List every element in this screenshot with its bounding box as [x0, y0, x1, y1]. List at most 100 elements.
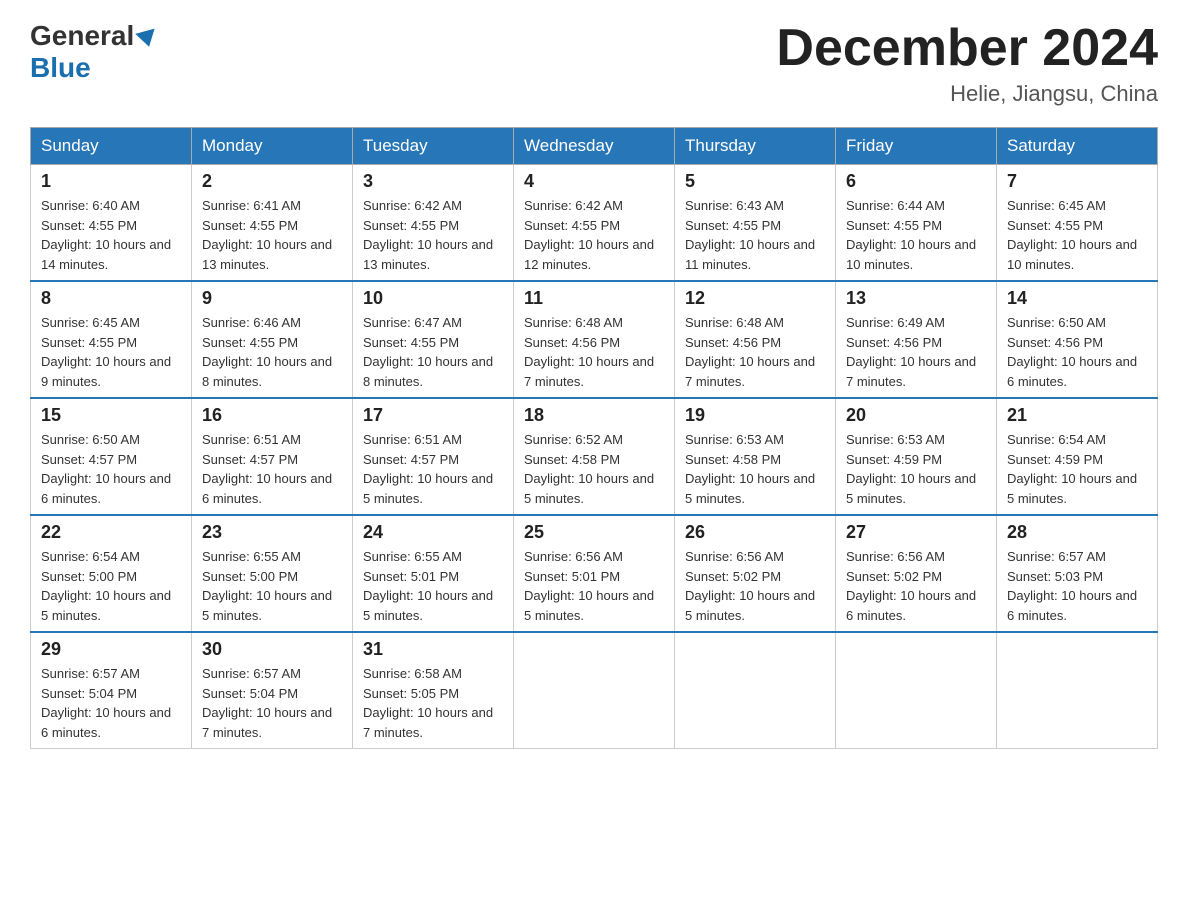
table-row: 25 Sunrise: 6:56 AM Sunset: 5:01 PM Dayl…	[514, 515, 675, 632]
calendar-week-row: 1 Sunrise: 6:40 AM Sunset: 4:55 PM Dayli…	[31, 165, 1158, 282]
day-number: 3	[363, 171, 503, 192]
day-info: Sunrise: 6:51 AM Sunset: 4:57 PM Dayligh…	[363, 430, 503, 508]
table-row: 1 Sunrise: 6:40 AM Sunset: 4:55 PM Dayli…	[31, 165, 192, 282]
day-info: Sunrise: 6:57 AM Sunset: 5:04 PM Dayligh…	[202, 664, 342, 742]
day-number: 1	[41, 171, 181, 192]
day-number: 15	[41, 405, 181, 426]
table-row: 3 Sunrise: 6:42 AM Sunset: 4:55 PM Dayli…	[353, 165, 514, 282]
table-row	[514, 632, 675, 749]
table-row: 13 Sunrise: 6:49 AM Sunset: 4:56 PM Dayl…	[836, 281, 997, 398]
day-info: Sunrise: 6:44 AM Sunset: 4:55 PM Dayligh…	[846, 196, 986, 274]
col-sunday: Sunday	[31, 128, 192, 165]
day-info: Sunrise: 6:50 AM Sunset: 4:57 PM Dayligh…	[41, 430, 181, 508]
month-title: December 2024	[776, 20, 1158, 77]
table-row: 14 Sunrise: 6:50 AM Sunset: 4:56 PM Dayl…	[997, 281, 1158, 398]
table-row: 27 Sunrise: 6:56 AM Sunset: 5:02 PM Dayl…	[836, 515, 997, 632]
table-row	[836, 632, 997, 749]
col-friday: Friday	[836, 128, 997, 165]
table-row: 20 Sunrise: 6:53 AM Sunset: 4:59 PM Dayl…	[836, 398, 997, 515]
day-number: 29	[41, 639, 181, 660]
day-info: Sunrise: 6:54 AM Sunset: 4:59 PM Dayligh…	[1007, 430, 1147, 508]
day-info: Sunrise: 6:52 AM Sunset: 4:58 PM Dayligh…	[524, 430, 664, 508]
day-info: Sunrise: 6:42 AM Sunset: 4:55 PM Dayligh…	[524, 196, 664, 274]
table-row: 24 Sunrise: 6:55 AM Sunset: 5:01 PM Dayl…	[353, 515, 514, 632]
table-row: 11 Sunrise: 6:48 AM Sunset: 4:56 PM Dayl…	[514, 281, 675, 398]
logo-blue-part	[134, 25, 157, 47]
table-row: 9 Sunrise: 6:46 AM Sunset: 4:55 PM Dayli…	[192, 281, 353, 398]
table-row: 16 Sunrise: 6:51 AM Sunset: 4:57 PM Dayl…	[192, 398, 353, 515]
logo-blue-text: Blue	[30, 52, 91, 84]
table-row: 28 Sunrise: 6:57 AM Sunset: 5:03 PM Dayl…	[997, 515, 1158, 632]
calendar-week-row: 8 Sunrise: 6:45 AM Sunset: 4:55 PM Dayli…	[31, 281, 1158, 398]
day-number: 27	[846, 522, 986, 543]
day-number: 28	[1007, 522, 1147, 543]
table-row: 5 Sunrise: 6:43 AM Sunset: 4:55 PM Dayli…	[675, 165, 836, 282]
day-number: 2	[202, 171, 342, 192]
table-row: 8 Sunrise: 6:45 AM Sunset: 4:55 PM Dayli…	[31, 281, 192, 398]
day-number: 10	[363, 288, 503, 309]
col-thursday: Thursday	[675, 128, 836, 165]
day-number: 22	[41, 522, 181, 543]
title-area: December 2024 Helie, Jiangsu, China	[776, 20, 1158, 107]
day-number: 5	[685, 171, 825, 192]
day-number: 24	[363, 522, 503, 543]
day-number: 23	[202, 522, 342, 543]
day-info: Sunrise: 6:43 AM Sunset: 4:55 PM Dayligh…	[685, 196, 825, 274]
day-info: Sunrise: 6:48 AM Sunset: 4:56 PM Dayligh…	[524, 313, 664, 391]
col-monday: Monday	[192, 128, 353, 165]
day-info: Sunrise: 6:57 AM Sunset: 5:04 PM Dayligh…	[41, 664, 181, 742]
table-row: 29 Sunrise: 6:57 AM Sunset: 5:04 PM Dayl…	[31, 632, 192, 749]
day-info: Sunrise: 6:47 AM Sunset: 4:55 PM Dayligh…	[363, 313, 503, 391]
day-number: 9	[202, 288, 342, 309]
table-row: 23 Sunrise: 6:55 AM Sunset: 5:00 PM Dayl…	[192, 515, 353, 632]
day-info: Sunrise: 6:42 AM Sunset: 4:55 PM Dayligh…	[363, 196, 503, 274]
day-number: 14	[1007, 288, 1147, 309]
col-wednesday: Wednesday	[514, 128, 675, 165]
day-info: Sunrise: 6:48 AM Sunset: 4:56 PM Dayligh…	[685, 313, 825, 391]
day-number: 13	[846, 288, 986, 309]
day-info: Sunrise: 6:45 AM Sunset: 4:55 PM Dayligh…	[41, 313, 181, 391]
table-row: 17 Sunrise: 6:51 AM Sunset: 4:57 PM Dayl…	[353, 398, 514, 515]
day-number: 20	[846, 405, 986, 426]
day-info: Sunrise: 6:56 AM Sunset: 5:02 PM Dayligh…	[685, 547, 825, 625]
table-row: 21 Sunrise: 6:54 AM Sunset: 4:59 PM Dayl…	[997, 398, 1158, 515]
day-info: Sunrise: 6:40 AM Sunset: 4:55 PM Dayligh…	[41, 196, 181, 274]
table-row: 31 Sunrise: 6:58 AM Sunset: 5:05 PM Dayl…	[353, 632, 514, 749]
table-row: 10 Sunrise: 6:47 AM Sunset: 4:55 PM Dayl…	[353, 281, 514, 398]
day-info: Sunrise: 6:56 AM Sunset: 5:01 PM Dayligh…	[524, 547, 664, 625]
calendar-week-row: 22 Sunrise: 6:54 AM Sunset: 5:00 PM Dayl…	[31, 515, 1158, 632]
day-info: Sunrise: 6:41 AM Sunset: 4:55 PM Dayligh…	[202, 196, 342, 274]
table-row: 2 Sunrise: 6:41 AM Sunset: 4:55 PM Dayli…	[192, 165, 353, 282]
day-number: 19	[685, 405, 825, 426]
day-info: Sunrise: 6:55 AM Sunset: 5:01 PM Dayligh…	[363, 547, 503, 625]
table-row: 7 Sunrise: 6:45 AM Sunset: 4:55 PM Dayli…	[997, 165, 1158, 282]
day-number: 30	[202, 639, 342, 660]
table-row: 12 Sunrise: 6:48 AM Sunset: 4:56 PM Dayl…	[675, 281, 836, 398]
day-number: 31	[363, 639, 503, 660]
day-number: 25	[524, 522, 664, 543]
day-info: Sunrise: 6:50 AM Sunset: 4:56 PM Dayligh…	[1007, 313, 1147, 391]
day-number: 6	[846, 171, 986, 192]
day-number: 16	[202, 405, 342, 426]
day-number: 17	[363, 405, 503, 426]
table-row: 6 Sunrise: 6:44 AM Sunset: 4:55 PM Dayli…	[836, 165, 997, 282]
day-info: Sunrise: 6:55 AM Sunset: 5:00 PM Dayligh…	[202, 547, 342, 625]
day-number: 21	[1007, 405, 1147, 426]
table-row: 30 Sunrise: 6:57 AM Sunset: 5:04 PM Dayl…	[192, 632, 353, 749]
logo-triangle-icon	[136, 29, 159, 50]
table-row: 26 Sunrise: 6:56 AM Sunset: 5:02 PM Dayl…	[675, 515, 836, 632]
day-number: 11	[524, 288, 664, 309]
logo: General Blue	[30, 20, 157, 84]
day-info: Sunrise: 6:54 AM Sunset: 5:00 PM Dayligh…	[41, 547, 181, 625]
table-row: 15 Sunrise: 6:50 AM Sunset: 4:57 PM Dayl…	[31, 398, 192, 515]
day-number: 4	[524, 171, 664, 192]
table-row: 18 Sunrise: 6:52 AM Sunset: 4:58 PM Dayl…	[514, 398, 675, 515]
page-header: General Blue December 2024 Helie, Jiangs…	[30, 20, 1158, 107]
calendar-week-row: 29 Sunrise: 6:57 AM Sunset: 5:04 PM Dayl…	[31, 632, 1158, 749]
day-info: Sunrise: 6:58 AM Sunset: 5:05 PM Dayligh…	[363, 664, 503, 742]
calendar-table: Sunday Monday Tuesday Wednesday Thursday…	[30, 127, 1158, 749]
day-number: 7	[1007, 171, 1147, 192]
day-info: Sunrise: 6:49 AM Sunset: 4:56 PM Dayligh…	[846, 313, 986, 391]
day-info: Sunrise: 6:51 AM Sunset: 4:57 PM Dayligh…	[202, 430, 342, 508]
table-row	[675, 632, 836, 749]
